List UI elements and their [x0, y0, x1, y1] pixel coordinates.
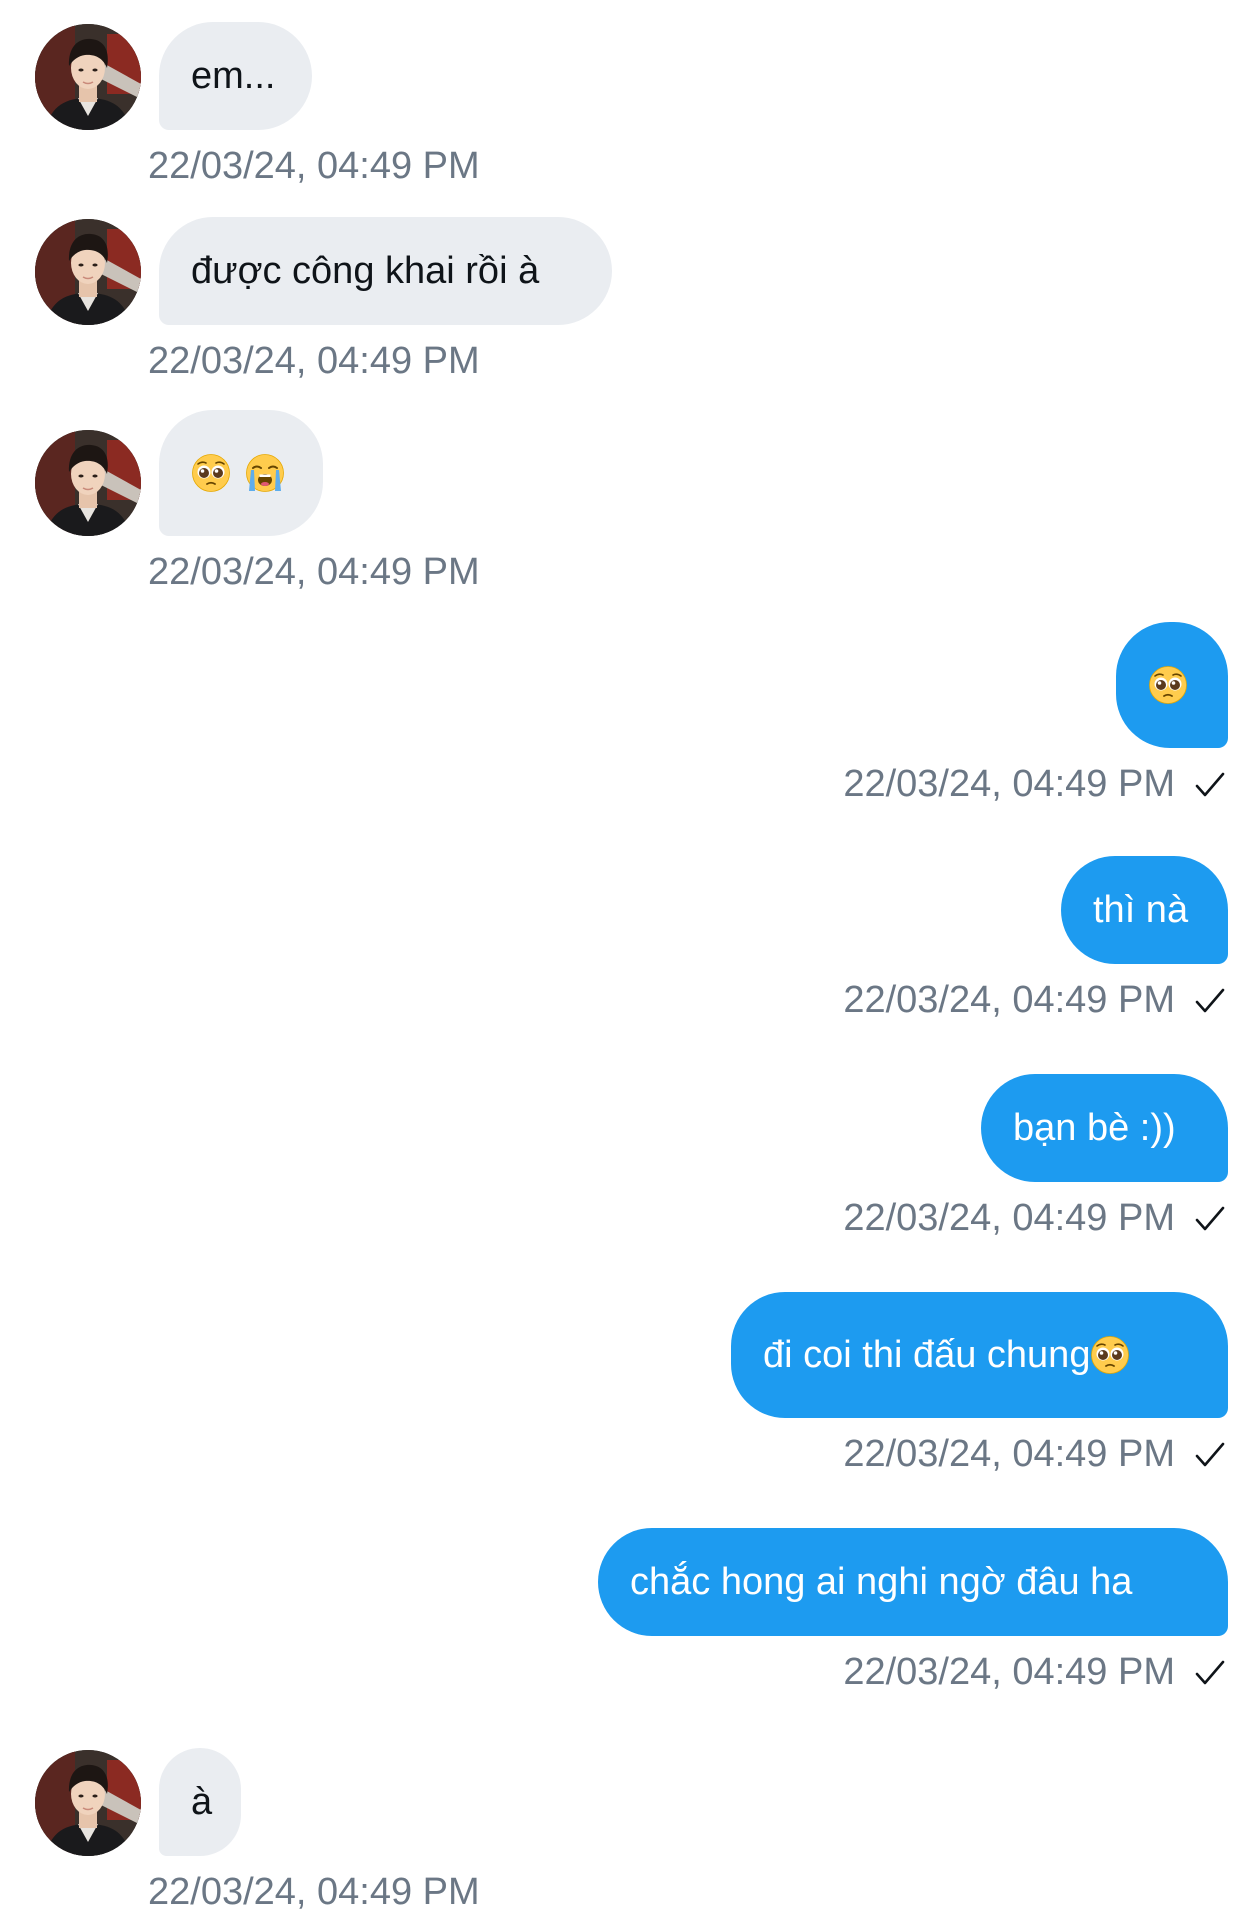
message-text: được công khai rồi à	[191, 250, 540, 292]
avatar[interactable]	[35, 430, 141, 536]
avatar[interactable]	[35, 1750, 141, 1856]
message-timestamp: 22/03/24, 04:49 PM	[148, 340, 480, 382]
checkmark-icon	[1193, 984, 1227, 1018]
message-outgoing: chắc hong ai nghi ngờ đâu ha 22/03/24, 0…	[0, 1528, 1259, 1708]
message-bubble[interactable]: được công khai rồi à	[159, 217, 612, 325]
message-text: đi coi thi đấu chung	[763, 1334, 1091, 1376]
message-outgoing: bạn bè :)) 22/03/24, 04:49 PM	[0, 1074, 1259, 1254]
checkmark-icon	[1193, 1656, 1227, 1690]
message-bubble[interactable]: em...	[159, 22, 312, 130]
message-text: thì nà	[1093, 889, 1189, 931]
pleading-face-emoji	[1090, 1335, 1130, 1375]
loudly-crying-face-emoji	[245, 453, 285, 493]
message-timestamp: 22/03/24, 04:49 PM	[148, 1871, 480, 1913]
message-bubble[interactable]: thì nà	[1061, 856, 1228, 964]
message-bubble[interactable]: à	[159, 1748, 241, 1856]
message-timestamp: 22/03/24, 04:49 PM	[148, 551, 480, 593]
message-timestamp: 22/03/24, 04:49 PM	[843, 979, 1175, 1021]
message-timestamp: 22/03/24, 04:49 PM	[148, 145, 480, 187]
message-text: à	[191, 1781, 213, 1823]
message-bubble[interactable]	[1116, 622, 1228, 748]
message-bubble[interactable]	[159, 410, 323, 536]
message-incoming: à 22/03/24, 04:49 PM	[0, 1746, 1259, 1916]
message-timestamp: 22/03/24, 04:49 PM	[843, 763, 1175, 805]
message-outgoing: thì nà 22/03/24, 04:49 PM	[0, 856, 1259, 1036]
message-bubble[interactable]: chắc hong ai nghi ngờ đâu ha	[598, 1528, 1228, 1636]
message-text: chắc hong ai nghi ngờ đâu ha	[630, 1561, 1133, 1603]
message-timestamp: 22/03/24, 04:49 PM	[843, 1433, 1175, 1475]
checkmark-icon	[1193, 1438, 1227, 1472]
message-bubble[interactable]: đi coi thi đấu chung	[731, 1292, 1228, 1418]
checkmark-icon	[1193, 1202, 1227, 1236]
message-outgoing: đi coi thi đấu chung 22/03/24, 04:49 PM	[0, 1292, 1259, 1487]
checkmark-icon	[1193, 768, 1227, 802]
message-text: em...	[191, 55, 276, 97]
avatar[interactable]	[35, 24, 141, 130]
message-outgoing: 22/03/24, 04:49 PM	[0, 622, 1259, 817]
message-incoming: 22/03/24, 04:49 PM	[0, 410, 1259, 600]
message-bubble[interactable]: bạn bè :))	[981, 1074, 1228, 1182]
message-incoming: được công khai rồi à 22/03/24, 04:49 PM	[0, 215, 1259, 385]
pleading-face-emoji	[191, 453, 231, 493]
message-text: bạn bè :))	[1013, 1107, 1176, 1149]
avatar[interactable]	[35, 219, 141, 325]
message-timestamp: 22/03/24, 04:49 PM	[843, 1197, 1175, 1239]
message-timestamp: 22/03/24, 04:49 PM	[843, 1651, 1175, 1693]
pleading-face-emoji	[1148, 665, 1188, 705]
message-incoming: em... 22/03/24, 04:49 PM	[0, 20, 1259, 190]
